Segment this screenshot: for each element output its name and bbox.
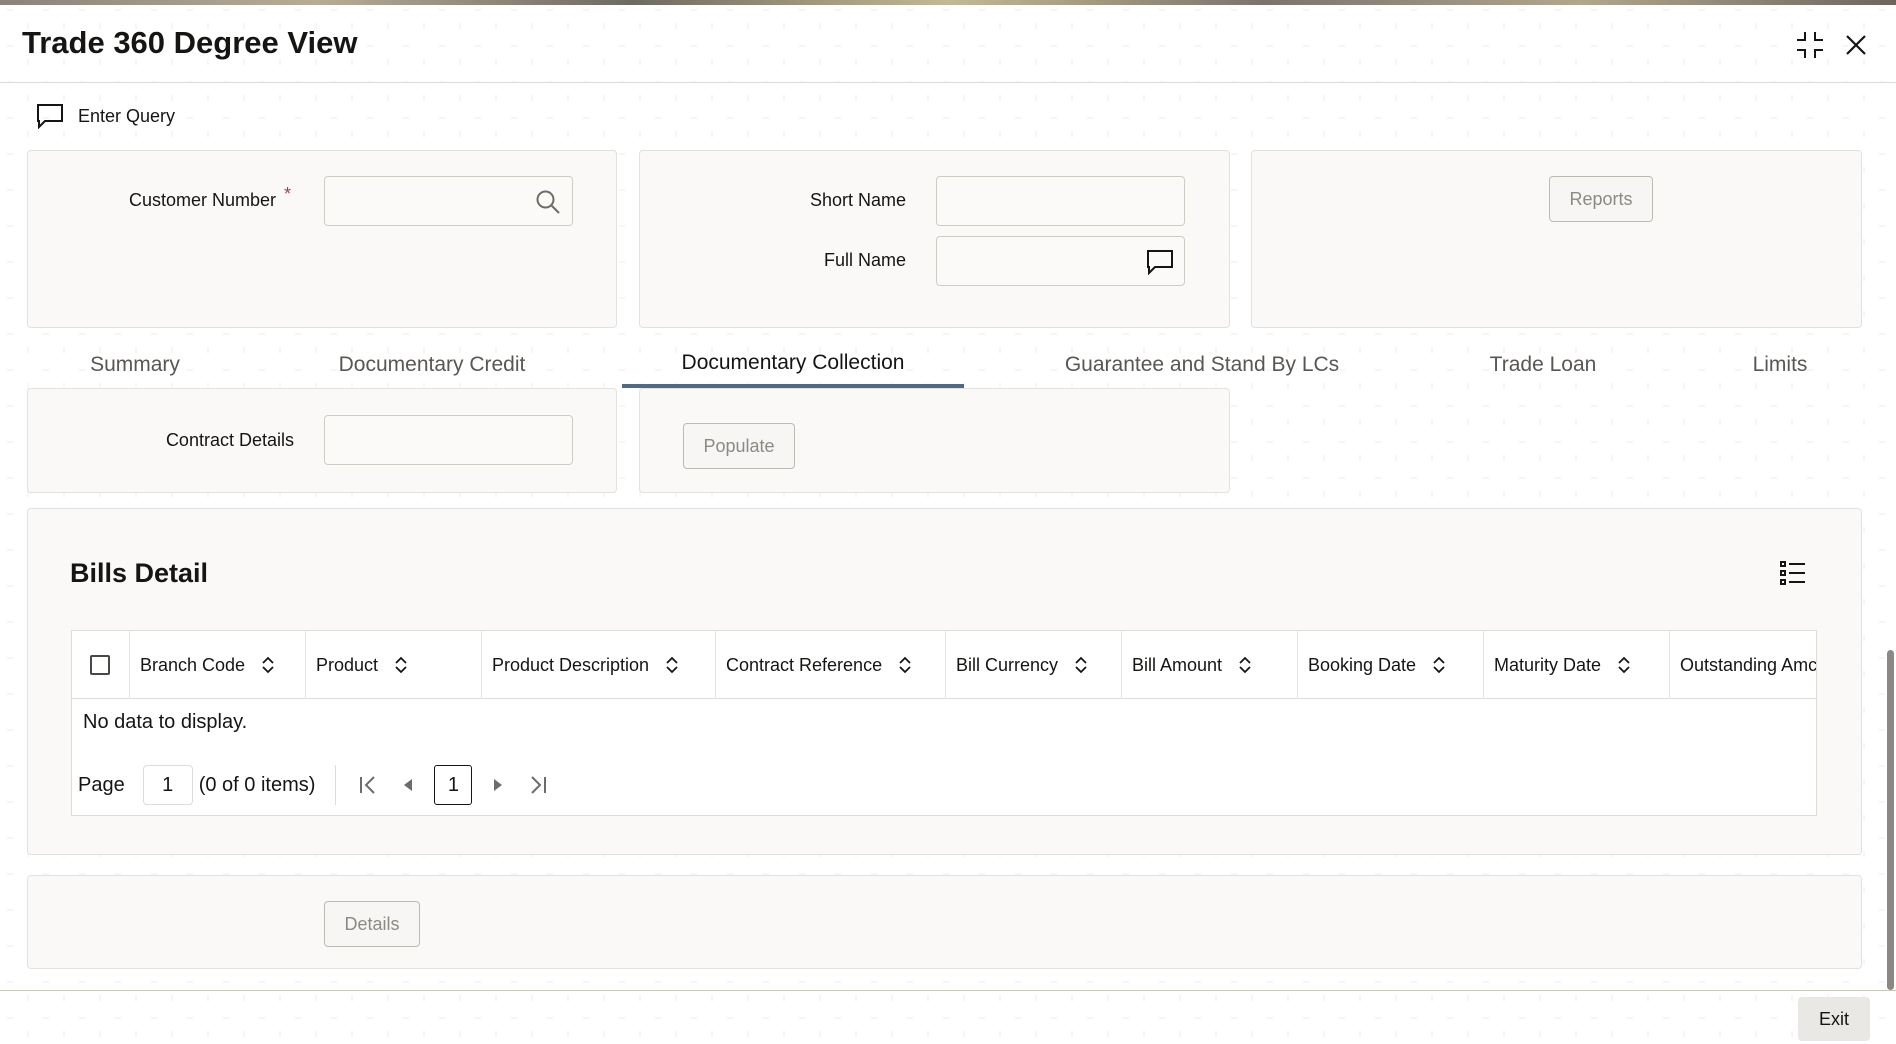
sort-icon[interactable] (665, 656, 679, 674)
list-view-icon (1780, 561, 1805, 585)
enter-query-button[interactable]: Enter Query (36, 100, 175, 132)
next-page-icon (494, 779, 503, 791)
exit-button[interactable]: Exit (1798, 997, 1870, 1041)
previous-page-icon (404, 779, 413, 791)
tab-summary[interactable]: Summary (70, 342, 200, 388)
last-page-button[interactable] (518, 765, 558, 805)
column-header-label: Bill Amount (1132, 654, 1223, 675)
tab-guarantee-standby-lcs[interactable]: Guarantee and Stand By LCs (1052, 342, 1352, 388)
page-title: Trade 360 Degree View (22, 25, 358, 60)
select-all-checkbox[interactable] (90, 655, 110, 675)
enter-query-label: Enter Query (78, 105, 176, 126)
column-maturity-date[interactable]: Maturity Date (1484, 631, 1670, 699)
full-name-field[interactable] (936, 236, 1185, 286)
sort-icon[interactable] (1238, 656, 1252, 674)
column-header-label: Branch Code (140, 654, 246, 675)
close-button[interactable] (1838, 27, 1874, 63)
column-branch-code[interactable]: Branch Code (130, 631, 306, 699)
details-panel (27, 875, 1862, 969)
tab-bar: Summary Documentary Credit Documentary C… (0, 342, 1896, 388)
details-button[interactable]: Details (324, 901, 420, 947)
compress-icon (1797, 32, 1823, 58)
empty-table-message: No data to display. (83, 711, 248, 733)
tab-limits[interactable]: Limits (1736, 342, 1824, 388)
sort-icon[interactable] (261, 656, 275, 674)
column-product[interactable]: Product (306, 631, 482, 699)
populate-button[interactable]: Populate (683, 423, 795, 469)
previous-page-button[interactable] (388, 765, 428, 805)
scrollbar-thumb[interactable] (1887, 650, 1894, 990)
current-page-button[interactable]: 1 (434, 765, 473, 805)
column-bill-amount[interactable]: Bill Amount (1122, 631, 1298, 699)
first-page-icon (360, 776, 376, 794)
short-name-field[interactable] (936, 176, 1185, 226)
column-header-label: Booking Date (1308, 654, 1417, 675)
column-bill-currency[interactable]: Bill Currency (946, 631, 1122, 699)
column-header-label: Product Description (492, 654, 650, 675)
required-marker: * (284, 184, 292, 204)
title-bar: Trade 360 Degree View (0, 5, 1896, 83)
column-settings-button[interactable] (1778, 558, 1812, 590)
search-icon[interactable] (534, 188, 562, 216)
comment-icon (37, 104, 63, 129)
table-header: Branch Code Product Product Description … (72, 631, 1817, 699)
next-page-button[interactable] (478, 765, 518, 805)
select-all-column (72, 631, 130, 699)
column-header-label: Bill Currency (956, 654, 1059, 675)
column-booking-date[interactable]: Booking Date (1298, 631, 1484, 699)
column-header-label: Outstanding Amc (1680, 654, 1817, 675)
short-name-label: Short Name (809, 190, 906, 210)
sort-icon[interactable] (1074, 656, 1088, 674)
last-page-icon (531, 776, 547, 794)
reports-button[interactable]: Reports (1549, 176, 1653, 222)
tab-trade-loan[interactable]: Trade Loan (1470, 342, 1616, 388)
column-header-label: Contract Reference (726, 654, 883, 675)
pagination: Page 1 (0 of 0 items) 1 (78, 765, 558, 805)
column-outstanding-amount[interactable]: Outstanding Amc (1670, 631, 1817, 699)
pager-divider (335, 765, 337, 805)
contract-details-field[interactable] (324, 415, 573, 465)
page-number-input[interactable]: 1 (142, 765, 193, 805)
page-label: Page (78, 773, 125, 796)
column-header-label: Product (316, 654, 379, 675)
sort-icon[interactable] (394, 656, 408, 674)
bills-detail-title: Bills Detail (70, 558, 209, 588)
contract-details-label: Contract Details (165, 430, 294, 450)
column-contract-reference[interactable]: Contract Reference (716, 631, 946, 699)
items-count: (0 of 0 items) (198, 773, 316, 796)
sort-icon[interactable] (898, 656, 912, 674)
footer-bar (0, 990, 1896, 1044)
close-icon (1846, 35, 1866, 55)
comment-icon[interactable] (1146, 248, 1174, 276)
first-page-button[interactable] (348, 765, 388, 805)
tab-documentary-credit[interactable]: Documentary Credit (320, 342, 544, 388)
full-name-label: Full Name (823, 250, 906, 270)
customer-number-label: Customer Number (128, 190, 276, 210)
tab-documentary-collection[interactable]: Documentary Collection (622, 342, 964, 388)
sort-icon[interactable] (1617, 656, 1631, 674)
customer-number-field[interactable] (324, 176, 573, 226)
column-header-label: Maturity Date (1494, 654, 1602, 675)
sort-icon[interactable] (1432, 656, 1446, 674)
bills-detail-table: Branch Code Product Product Description … (71, 630, 1817, 816)
column-product-description[interactable]: Product Description (482, 631, 716, 699)
compress-button[interactable] (1792, 27, 1828, 63)
